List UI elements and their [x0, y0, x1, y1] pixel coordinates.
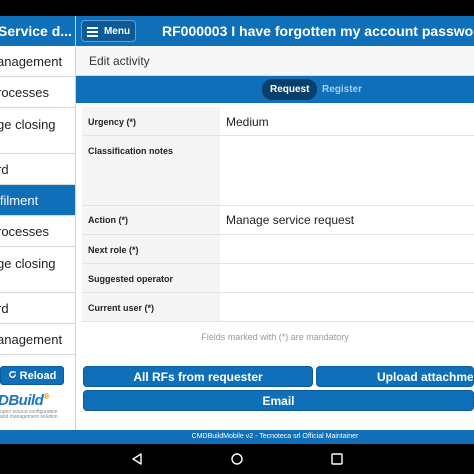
tab-request[interactable]: Request — [262, 79, 318, 100]
menu-label: Menu — [103, 25, 131, 37]
sidebar-item[interactable]: anagement — [0, 324, 75, 355]
sidebar-item[interactable]: ge closing — [0, 247, 75, 293]
form-row-action: Action (*) Manage service request — [82, 206, 474, 235]
upload-attachment-button[interactable]: Upload attachment — [316, 366, 474, 387]
recents-icon[interactable] — [330, 452, 344, 466]
reload-button[interactable]: Reload — [0, 366, 64, 385]
back-icon[interactable] — [130, 452, 144, 466]
sidebar: Service d... anagement rocesses ge closi… — [0, 16, 76, 430]
status-bar — [0, 0, 474, 16]
form-row-next-role: Next role (*) — [82, 235, 474, 264]
form-row-current-user: Current user (*) — [82, 293, 474, 322]
sidebar-item[interactable]: rd — [0, 154, 75, 185]
form-row-classification: Classification notes — [82, 136, 474, 206]
field-label: Classification notes — [88, 146, 174, 156]
cmdbuild-logo: DBuild® open source configuration and ma… — [0, 392, 75, 430]
sidebar-item[interactable]: rd — [0, 293, 75, 324]
sidebar-item[interactable]: rocesses — [0, 77, 75, 108]
logo-main: DBuild — [0, 392, 44, 409]
logo-subtitle: open source configuration and management… — [0, 409, 58, 420]
next-role-field[interactable] — [226, 242, 466, 260]
home-icon[interactable] — [230, 452, 244, 466]
sidebar-item[interactable]: rocesses — [0, 216, 75, 247]
action-field[interactable]: Manage service request — [226, 213, 354, 227]
android-nav-bar — [0, 444, 474, 474]
suggested-operator-field[interactable] — [226, 271, 466, 289]
urgency-field[interactable]: Medium — [226, 115, 269, 129]
form-row-suggested-operator: Suggested operator — [82, 264, 474, 293]
edit-activity-title: Edit activity — [89, 54, 150, 68]
refresh-icon — [8, 370, 17, 382]
sidebar-item-active[interactable]: lfilment — [0, 185, 75, 216]
classification-notes-field[interactable] — [226, 144, 466, 200]
sidebar-item[interactable]: ge closing — [0, 108, 75, 154]
sidebar-header: Service d... — [0, 16, 75, 46]
top-header: Menu RF000003 I have forgotten my accoun… — [76, 16, 474, 46]
field-label: Urgency (*) — [88, 117, 137, 127]
form-row-urgency: Urgency (*) Medium — [82, 107, 474, 136]
field-label: Current user (*) — [88, 303, 155, 313]
footer: CMDBuildMobile v2 - Tecnoteca srl Offici… — [76, 430, 474, 444]
email-button[interactable]: Email — [83, 390, 474, 411]
mandatory-note: Fields marked with (*) are mandatory — [201, 332, 349, 342]
field-label: Suggested operator — [88, 274, 174, 284]
edit-activity-bar: Edit activity — [76, 46, 474, 76]
field-label: Next role (*) — [88, 245, 139, 255]
all-rfs-button[interactable]: All RFs from requester — [83, 366, 313, 387]
tab-register[interactable]: Register — [314, 79, 370, 100]
tab-bar: Request Register — [76, 76, 474, 103]
footer-left — [0, 430, 76, 444]
logo-accent: ® — [43, 392, 49, 401]
activity-form: Urgency (*) Medium Classification notes … — [82, 107, 474, 322]
hamburger-icon — [86, 26, 98, 37]
sidebar-item[interactable]: anagement — [0, 46, 75, 77]
current-user-field[interactable] — [226, 300, 466, 318]
field-label: Action (*) — [88, 215, 128, 225]
page-title: RF000003 I have forgotten my account pas… — [162, 23, 474, 39]
reload-label: Reload — [19, 369, 57, 382]
menu-button[interactable]: Menu — [81, 20, 136, 42]
app-screen: Service d... anagement rocesses ge closi… — [0, 0, 474, 474]
